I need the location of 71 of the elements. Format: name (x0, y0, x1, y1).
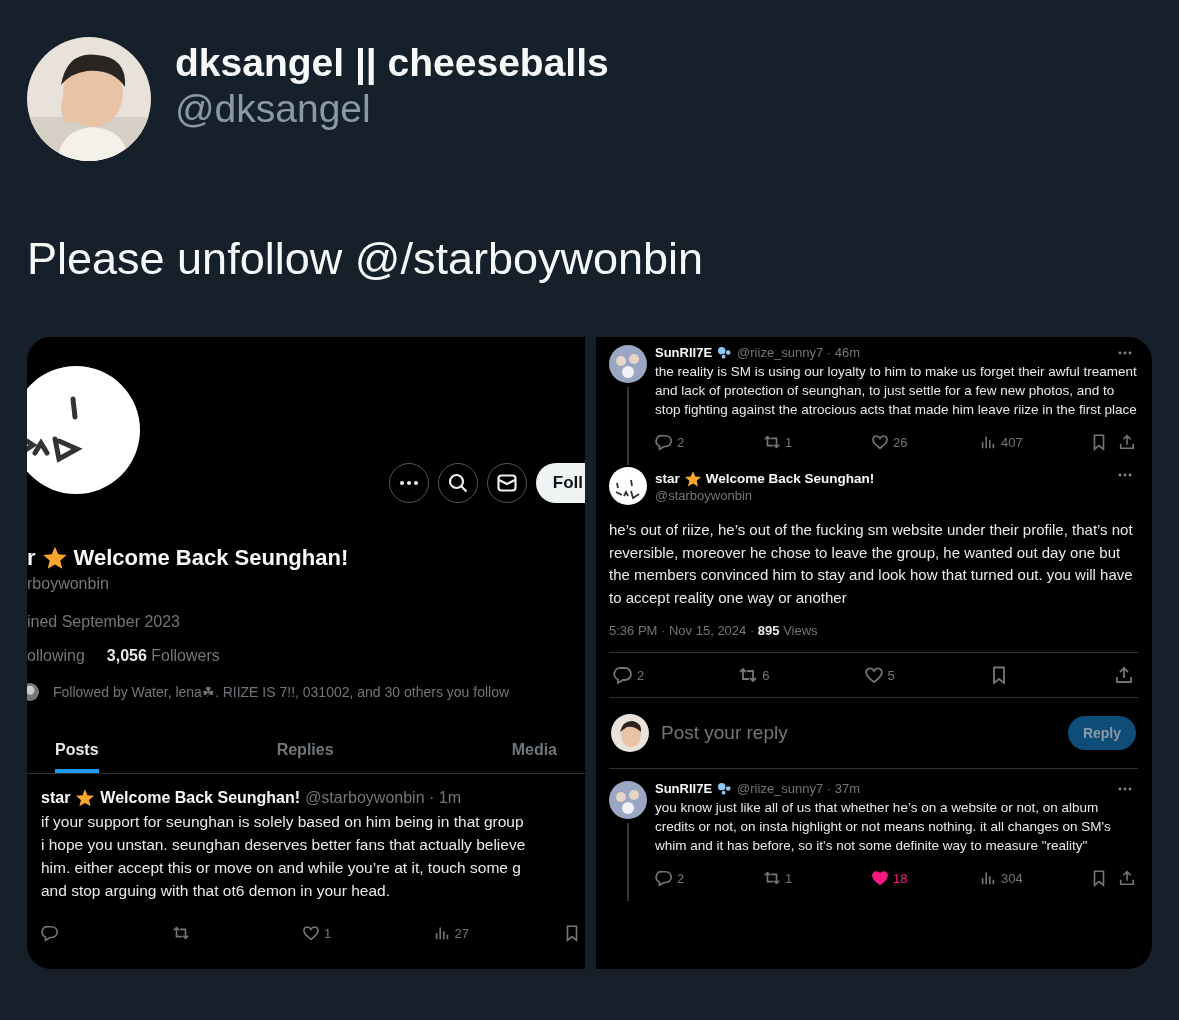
profile-tab[interactable]: Replies (276, 731, 334, 773)
followed-by-text: Followed by Water, lena☘. RIIZE IS 7!!, 031002, and 30 others you follow (53, 684, 510, 700)
more-icon (1118, 350, 1132, 355)
post-action[interactable]: 1 (763, 869, 871, 887)
repost-icon (763, 869, 781, 887)
user-name: dksangel || cheeseballs (175, 41, 609, 85)
post-action[interactable]: 2 (655, 433, 763, 451)
author-name: Welcome Back Seunghan! (705, 471, 875, 486)
more-icon (1118, 473, 1132, 477)
search-button[interactable] (437, 463, 478, 503)
author-name: star (41, 789, 71, 807)
tweet-text: Please unfollow @/starboywonbin (27, 233, 705, 285)
post-action[interactable]: 18 (871, 869, 979, 887)
repost-icon (763, 433, 781, 451)
more-icon (1118, 786, 1132, 791)
reply-icon (613, 665, 633, 685)
profile-tab[interactable]: Media (511, 731, 557, 773)
post-text-line: and stop arguing with that ot6 demon in your head. (41, 881, 391, 901)
user-handle: @dksangel (175, 87, 372, 131)
profile-handle: rboywonbin (27, 575, 110, 593)
post-meta: @riize_sunny7 · 46m (737, 345, 861, 360)
post-meta: @riize_sunny7 · 37m (737, 781, 861, 796)
star-icon (683, 469, 702, 488)
repost-icon (171, 924, 190, 942)
post-timestamp: 5:36 PM · Nov 15, 2024 · 895 Views (609, 623, 819, 638)
profile-name: r (27, 545, 36, 571)
author-name: star (655, 471, 680, 486)
author-name: SunRII7E (655, 345, 713, 360)
author-name: Welcome Back Seunghan! (100, 789, 301, 807)
mail-icon (496, 474, 517, 492)
profile-name: Welcome Back Seunghan! (73, 545, 349, 571)
share-icon (1118, 433, 1136, 451)
post-action[interactable]: 1 (763, 433, 871, 451)
reply-icon (41, 924, 59, 942)
post-action[interactable]: 1 (302, 924, 430, 942)
post-text: he’s out of riize, he’s out of the fucking sm website under their profile, that’s not reversible, moreover he chose to leave the group, he wanted out day one but the members convinced him to stay and look how that turned out. you will have to accept reality one way or another (609, 520, 1134, 608)
share-icon (1114, 665, 1134, 685)
post-text: you know just like all of us that whether he’s on a website or not, on album credits or not, on insta highlight or not means nothing. it all changes on SM's whim and it has before, so it's not some definite way to measure "reality" (655, 799, 1112, 855)
author-name: SunRII7E (655, 781, 713, 796)
post-action[interactable]: 26 (871, 433, 979, 451)
more-button[interactable] (388, 463, 429, 503)
post-action[interactable]: 6 (738, 665, 849, 685)
star-icon (75, 788, 96, 808)
search-icon (447, 473, 468, 493)
post-action[interactable]: 304 (979, 869, 1087, 887)
message-button[interactable] (486, 463, 527, 503)
post-action[interactable]: 407 (979, 433, 1087, 451)
post-text: the reality is SM is using our loyalty to him to make us forget their awful treament and lack of protection of seunghan, to just settle for a few new photos, and to stop fighting against the atrocious acts that made him leave riize in the first place (655, 363, 1138, 419)
bubbles-icon (717, 782, 733, 795)
post-action[interactable] (1114, 665, 1134, 685)
post-meta: @starboywonbin · 1m (305, 789, 461, 807)
post-action[interactable]: 2 (613, 665, 723, 685)
followers-count[interactable]: 3,056 Followers (106, 647, 220, 665)
repost-icon (738, 665, 759, 685)
reply-icon (655, 869, 673, 887)
post-action[interactable]: 27 (432, 924, 561, 942)
joined-date: ined September 2023 (27, 613, 181, 631)
post-action[interactable]: 5 (863, 665, 974, 685)
following-count[interactable]: ollowing (27, 647, 85, 665)
star-icon (41, 545, 68, 571)
more-icon (399, 481, 418, 485)
author-handle: @starboywonbin (655, 487, 754, 503)
reply-icon (655, 433, 673, 451)
post-text-line: him. either accept this or move on and while you’re at it, touch some g (41, 858, 522, 878)
post-text-line: if your support for seunghan is solely based on him being in that group (41, 812, 525, 832)
bubbles-icon (717, 346, 733, 359)
post-text-line: i hope you unstan. seunghan deserves better fans that actually believe (41, 835, 527, 855)
profile-tab[interactable]: Posts (55, 731, 99, 773)
follow-button[interactable]: Foll (535, 463, 585, 503)
post-action[interactable]: 2 (655, 869, 763, 887)
share-icon (1118, 869, 1136, 887)
